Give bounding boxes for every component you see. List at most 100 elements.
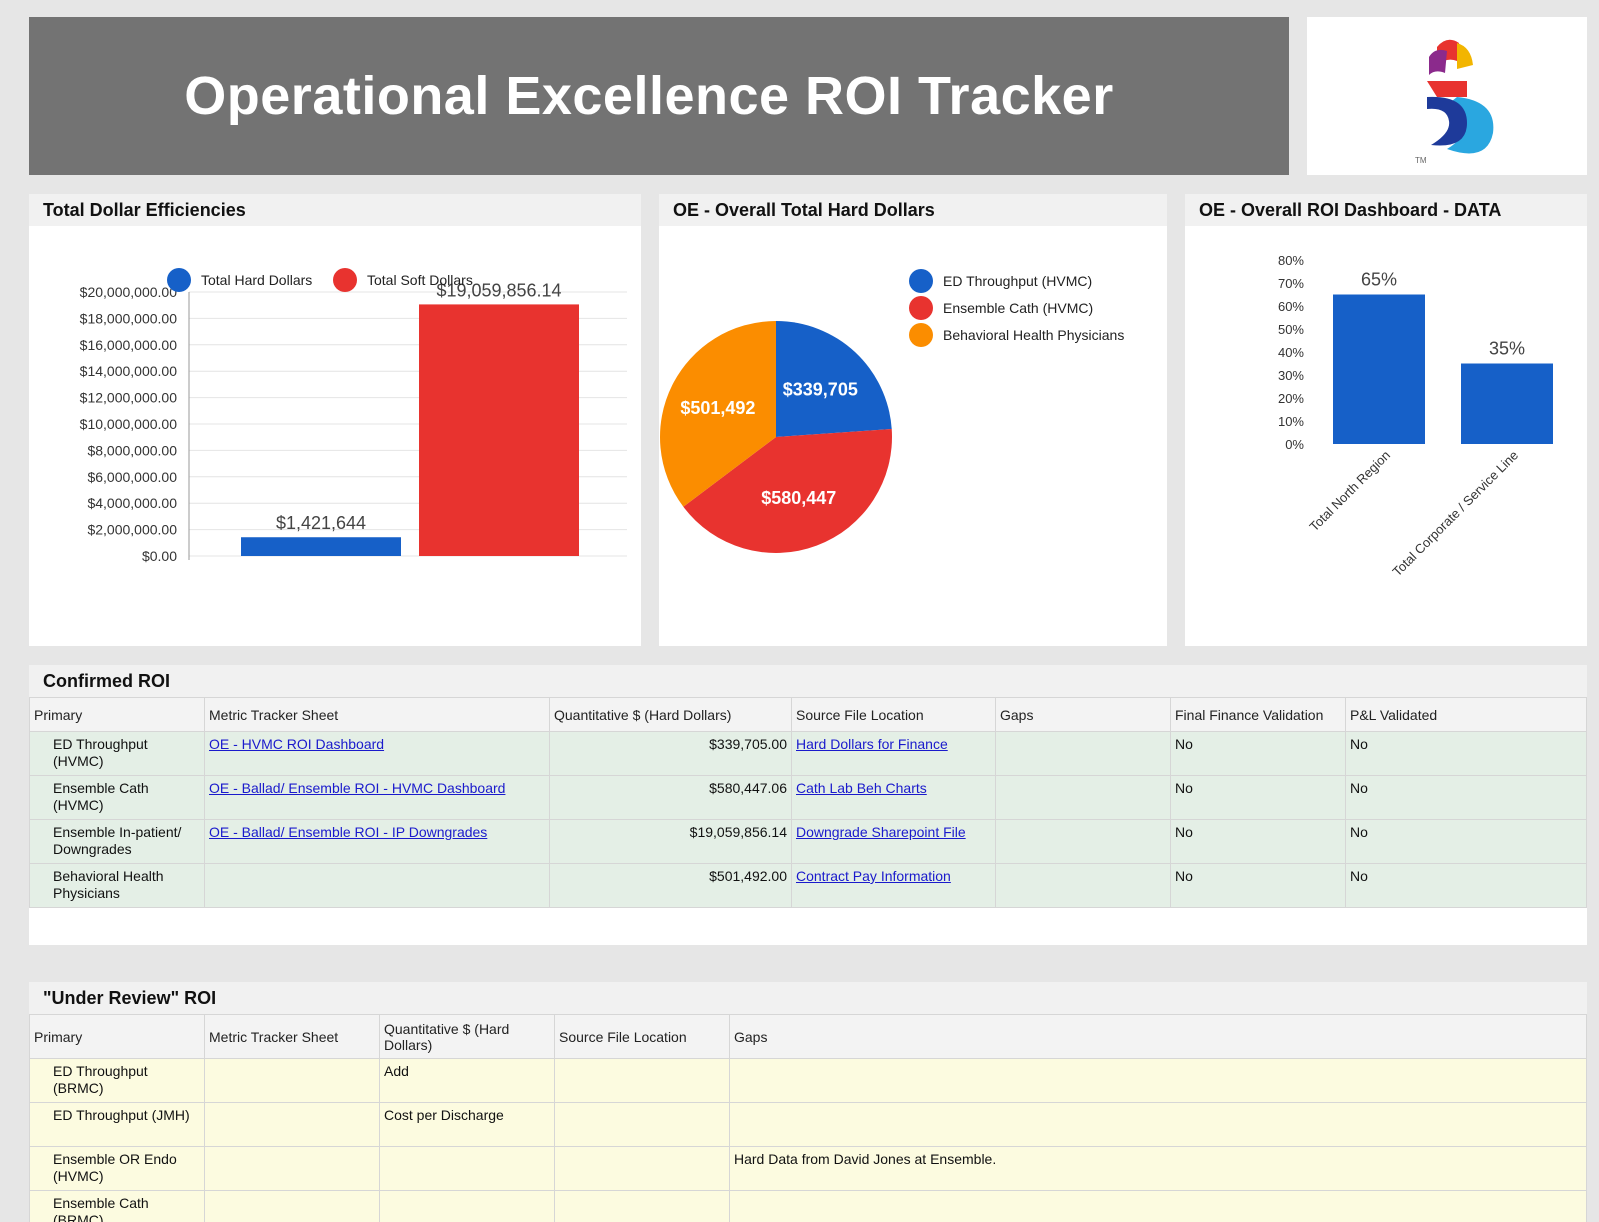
y-tick-label: $0.00 <box>142 548 177 564</box>
company-logo: TM <box>1415 39 1494 165</box>
amount-cell: $19,059,856.14 <box>549 819 792 864</box>
y-tick-label: 20% <box>1278 391 1304 406</box>
card-title: OE - Overall ROI Dashboard - DATA <box>1185 194 1587 226</box>
gaps-cell <box>729 1058 1587 1103</box>
source-cell: Cath Lab Beh Charts <box>791 775 996 820</box>
bar <box>1333 294 1425 444</box>
data-label: 35% <box>1489 339 1525 359</box>
metric-sheet-link[interactable]: OE - Ballad/ Ensemble ROI - HVMC Dashboa… <box>209 780 505 796</box>
primary-cell: Ensemble Cath (HVMC) <box>29 775 205 820</box>
logo-tm: TM <box>1415 156 1427 165</box>
amount-cell: $580,447.06 <box>549 775 792 820</box>
column-header: Final Finance Validation <box>1170 697 1346 732</box>
column-header: Source File Location <box>791 697 996 732</box>
amount-cell: Add <box>379 1058 555 1103</box>
pl-validated-cell: No <box>1345 863 1587 908</box>
y-tick-label: 60% <box>1278 299 1304 314</box>
slice-label: $501,492 <box>680 398 755 418</box>
y-tick-label: 30% <box>1278 368 1304 383</box>
y-tick-label: 70% <box>1278 276 1304 291</box>
gaps-cell <box>729 1102 1587 1147</box>
amount-cell <box>379 1190 555 1222</box>
primary-cell: Ensemble Cath (BRMC) <box>29 1190 205 1222</box>
primary-cell: Behavioral Health Physicians <box>29 863 205 908</box>
gaps-cell: Hard Data from David Jones at Ensemble. <box>729 1146 1587 1191</box>
table-row: Ensemble OR Endo (HVMC) Hard Data from D… <box>29 1146 1587 1191</box>
source-file-link[interactable]: Downgrade Sharepoint File <box>796 824 966 840</box>
column-header: Quantitative $ (Hard Dollars) <box>379 1014 555 1059</box>
source-file-link[interactable]: Cath Lab Beh Charts <box>796 780 927 796</box>
under-review-roi-table: Primary Metric Tracker Sheet Quantitativ… <box>29 1014 1587 1222</box>
source-file-link[interactable]: Contract Pay Information <box>796 868 951 884</box>
finance-validation-cell: No <box>1170 775 1346 820</box>
under-review-roi-title: "Under Review" ROI <box>29 982 1587 1014</box>
y-tick-label: 10% <box>1278 414 1304 429</box>
finance-validation-cell: No <box>1170 731 1346 776</box>
amount-cell: Cost per Discharge <box>379 1102 555 1147</box>
table-header-row: Primary Metric Tracker Sheet Quantitativ… <box>29 697 1587 732</box>
amount-cell <box>379 1146 555 1191</box>
column-header: Primary <box>29 1014 205 1059</box>
y-tick-label: $4,000,000.00 <box>87 495 177 511</box>
source-cell <box>554 1058 730 1103</box>
primary-cell: ED Throughput (HVMC) <box>29 731 205 776</box>
source-cell: Contract Pay Information <box>791 863 996 908</box>
header-banner: Operational Excellence ROI Tracker <box>29 17 1289 175</box>
source-cell: Hard Dollars for Finance <box>791 731 996 776</box>
pl-validated-cell: No <box>1345 731 1587 776</box>
roi-dashboard-chart: 0% 10% 20% 30% 40% 50% 60% 70% 80% 65% Total North… <box>1278 253 1553 579</box>
pl-validated-cell: No <box>1345 819 1587 864</box>
table-row: ED Throughput (JMH) Cost per Discharge <box>29 1102 1587 1147</box>
y-tick-label: $2,000,000.00 <box>87 522 177 538</box>
metric-sheet-link[interactable]: OE - Ballad/ Ensemble ROI - IP Downgrade… <box>209 824 487 840</box>
y-tick-label: $8,000,000.00 <box>87 442 177 458</box>
y-tick-label: 80% <box>1278 253 1304 268</box>
legend-label: Behavioral Health Physicians <box>943 327 1124 343</box>
metric-sheet-link[interactable]: OE - HVMC ROI Dashboard <box>209 736 384 752</box>
table-row: Ensemble In-patient/ Downgrades OE - Bal… <box>29 819 1587 864</box>
confirmed-roi-title: Confirmed ROI <box>29 665 1587 697</box>
bar-hard-dollars <box>241 537 401 556</box>
source-file-link[interactable]: Hard Dollars for Finance <box>796 736 948 752</box>
primary-cell: ED Throughput (JMH) <box>29 1102 205 1147</box>
finance-validation-cell: No <box>1170 863 1346 908</box>
y-tick-label: 50% <box>1278 322 1304 337</box>
page-title: Operational Excellence ROI Tracker <box>184 66 1114 126</box>
y-tick-label: $6,000,000.00 <box>87 469 177 485</box>
pl-validated-cell: No <box>1345 775 1587 820</box>
slice-label: $339,705 <box>783 380 858 400</box>
hard-dollars-card: OE - Overall Total Hard Dollars $339,705… <box>659 194 1167 646</box>
y-tick-label: $20,000,000.00 <box>80 284 178 300</box>
metric-sheet-cell <box>204 1146 380 1191</box>
total-dollar-chart: $0.00 $2,000,000.00 $4,000,000.00 $6,000,00… <box>80 268 627 564</box>
column-header: Gaps <box>729 1014 1587 1059</box>
gaps-cell <box>729 1190 1587 1222</box>
legend-label: Total Soft Dollars <box>367 272 473 288</box>
legend-label: ED Throughput (HVMC) <box>943 273 1092 289</box>
source-cell: Downgrade Sharepoint File <box>791 819 996 864</box>
bar <box>1461 363 1553 444</box>
column-header: Source File Location <box>554 1014 730 1059</box>
card-title: Total Dollar Efficiencies <box>29 194 641 226</box>
y-tick-label: 0% <box>1285 437 1304 452</box>
total-dollar-card: Total Dollar Efficiencies $0.00 $2,000,00… <box>29 194 641 646</box>
column-header: Quantitative $ (Hard Dollars) <box>549 697 792 732</box>
y-tick-label: $10,000,000.00 <box>80 416 178 432</box>
logo-petal-red2 <box>1427 81 1467 97</box>
column-header: Primary <box>29 697 205 732</box>
logo-petal-purple <box>1429 49 1447 75</box>
metric-sheet-cell <box>204 863 550 908</box>
x-tick-label: Total North Region <box>1306 448 1393 535</box>
y-tick-label: $14,000,000.00 <box>80 363 178 379</box>
data-label: 65% <box>1361 270 1397 290</box>
column-header: Metric Tracker Sheet <box>204 1014 380 1059</box>
data-label: $1,421,644 <box>276 513 366 533</box>
logo-card: TM <box>1307 17 1587 175</box>
confirmed-roi-table: Primary Metric Tracker Sheet Quantitativ… <box>29 697 1587 908</box>
table-row: Ensemble Cath (BRMC) <box>29 1190 1587 1222</box>
column-header: Metric Tracker Sheet <box>204 697 550 732</box>
y-tick-label: 40% <box>1278 345 1304 360</box>
amount-cell: $501,492.00 <box>549 863 792 908</box>
legend-swatch <box>909 296 933 320</box>
metric-sheet-cell: OE - HVMC ROI Dashboard <box>204 731 550 776</box>
